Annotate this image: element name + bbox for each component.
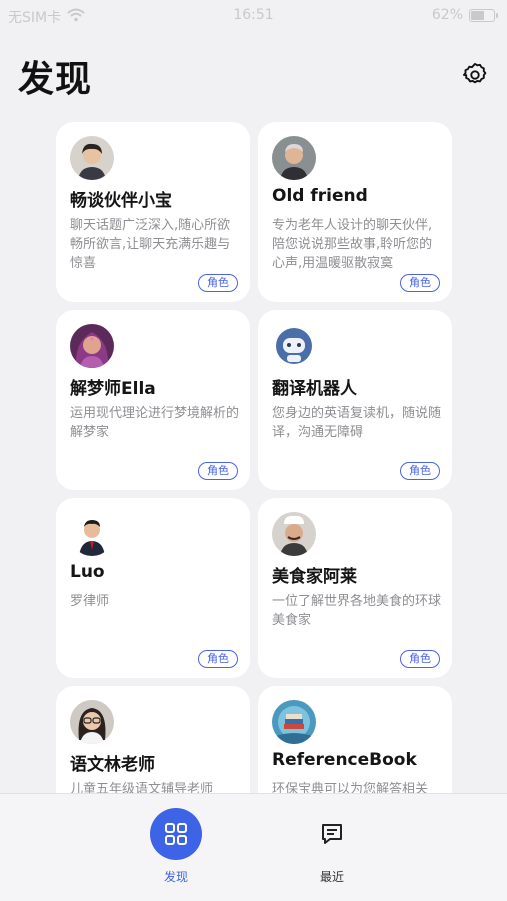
- avatar: [272, 512, 316, 556]
- role-badge: 角色: [198, 462, 238, 480]
- role-badge: 角色: [400, 274, 440, 292]
- battery-icon: [469, 8, 498, 22]
- avatar: [272, 324, 316, 368]
- role-desc: 运用现代理论进行梦境解析的解梦家: [70, 406, 240, 440]
- role-badge: 角色: [198, 274, 238, 292]
- tab-discover[interactable]: 发现: [136, 808, 216, 885]
- role-desc: 聊天话题广泛深入,随心所欲畅所欲言,让聊天充满乐趣与惊喜: [70, 218, 231, 271]
- page-title: 发现: [18, 59, 93, 100]
- avatar: [70, 324, 114, 368]
- role-name: Luo: [70, 562, 105, 582]
- tab-bar: 发现 最近: [0, 793, 507, 901]
- role-name: Old friend: [272, 186, 368, 206]
- role-name: 解梦师Ella: [70, 379, 156, 399]
- role-name: 畅谈伙伴小宝: [70, 191, 172, 211]
- gear-icon[interactable]: [461, 61, 489, 89]
- role-card[interactable]: 美食家阿莱 一位了解世界各地美食的环球美食家 角色: [258, 498, 452, 678]
- battery-fill: [471, 10, 484, 20]
- role-desc: 您身边的英语复读机，随说随译，沟通无障碍: [272, 406, 442, 440]
- role-card[interactable]: 解梦师Ella 运用现代理论进行梦境解析的解梦家 角色: [56, 310, 250, 490]
- role-name: 语文林老师: [70, 755, 155, 775]
- role-name: 翻译机器人: [272, 379, 357, 399]
- role-card[interactable]: Luo 罗律师 角色: [56, 498, 250, 678]
- status-bar: 无SIM卡 16:51 62%: [0, 0, 507, 32]
- avatar: [70, 136, 114, 180]
- avatar: [70, 700, 114, 744]
- chat-icon[interactable]: [306, 808, 358, 860]
- role-card-grid: 畅谈伙伴小宝 聊天话题广泛深入,随心所欲畅所欲言,让聊天充满乐趣与惊喜 角色 O…: [56, 122, 452, 866]
- role-badge: 角色: [400, 462, 440, 480]
- status-right: 62%: [431, 7, 498, 23]
- role-name: ReferenceBook: [272, 750, 417, 770]
- tab-label: 最近: [319, 870, 344, 884]
- role-desc: 罗律师: [70, 594, 110, 609]
- role-desc: 专为老年人设计的聊天伙伴,陪您说说那些故事,聆听您的心声,用温暖驱散寂寞: [272, 218, 433, 271]
- battery-percent: 62%: [431, 7, 463, 23]
- tab-recent[interactable]: 最近: [292, 808, 372, 885]
- role-card[interactable]: Old friend 专为老年人设计的聊天伙伴,陪您说说那些故事,聆听您的心声,…: [258, 122, 452, 302]
- tab-label: 发现: [163, 870, 188, 884]
- avatar: [272, 700, 316, 744]
- avatar: [272, 136, 316, 180]
- role-card[interactable]: 畅谈伙伴小宝 聊天话题广泛深入,随心所欲畅所欲言,让聊天充满乐趣与惊喜 角色: [56, 122, 250, 302]
- role-card[interactable]: 翻译机器人 您身边的英语复读机，随说随译，沟通无障碍 角色: [258, 310, 452, 490]
- role-badge: 角色: [198, 650, 238, 668]
- role-desc: 一位了解世界各地美食的环球美食家: [272, 594, 442, 628]
- role-name: 美食家阿莱: [272, 567, 357, 587]
- avatar: [70, 512, 114, 556]
- grid-icon[interactable]: [150, 808, 202, 860]
- role-badge: 角色: [400, 650, 440, 668]
